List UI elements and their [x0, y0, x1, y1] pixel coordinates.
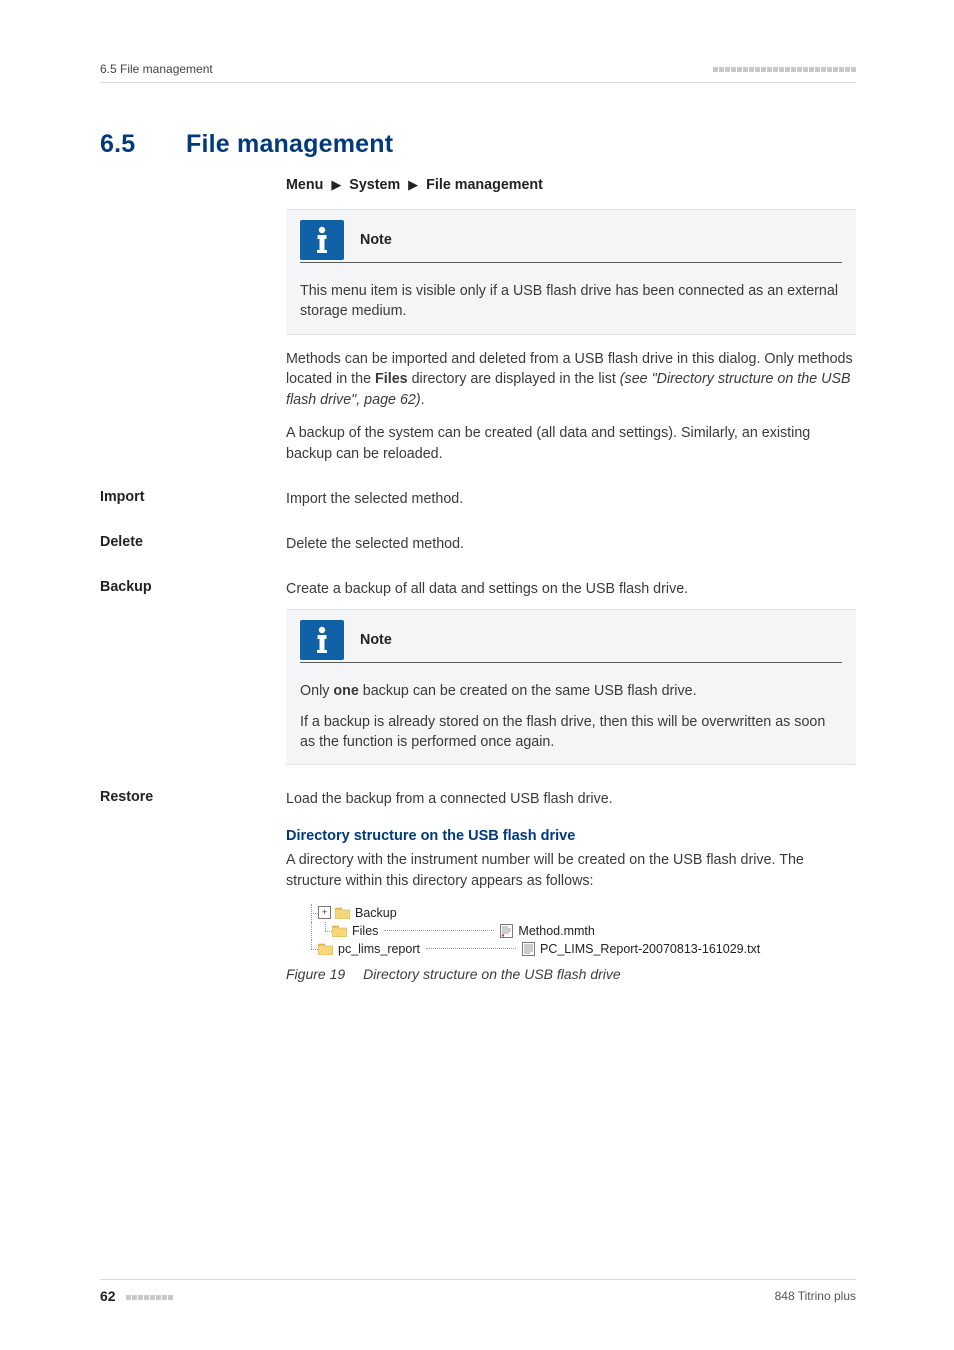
breadcrumb: Menu ▶ System ▶ File management: [286, 177, 856, 193]
breadcrumb-system: System: [349, 177, 400, 193]
running-head-left: 6.5 File management: [100, 62, 213, 76]
term-import: Import: [100, 489, 276, 505]
tree-node-pclims: pc_lims_report: [338, 942, 420, 956]
section-heading: 6.5File management: [100, 130, 856, 159]
note2-line2: If a backup is already stored on the fla…: [300, 712, 842, 753]
running-head-right-deco: [712, 62, 856, 76]
footer-deco: [125, 1290, 173, 1304]
folder-icon: [332, 925, 347, 937]
file-mmth-icon: [500, 924, 513, 938]
figure-number: Figure 19: [286, 966, 345, 982]
desc-delete: Delete the selected method.: [286, 534, 856, 555]
note2-line1: Only one backup can be created on the sa…: [300, 681, 842, 701]
note-label: Note: [360, 632, 392, 648]
section-number: 6.5: [100, 130, 186, 159]
term-backup: Backup: [100, 579, 276, 595]
footer-product: 848 Titrino plus: [775, 1289, 856, 1303]
intro-para-1: Methods can be imported and deleted from…: [286, 349, 856, 412]
tree-expander-icon: +: [318, 906, 331, 919]
desc-restore: Load the backup from a connected USB fla…: [286, 789, 856, 810]
info-icon: [300, 220, 344, 260]
tree-node-files: Files: [352, 924, 378, 938]
page-number: 62: [100, 1288, 116, 1304]
note-body-text: This menu item is visible only if a USB …: [300, 281, 842, 322]
tree-node-backup: Backup: [355, 906, 397, 920]
directory-tree-figure: + Backup Files Method.mmth: [304, 904, 856, 958]
file-txt-icon: [522, 942, 535, 956]
breadcrumb-arrow-icon: ▶: [408, 177, 418, 192]
note-box: Note Only one backup can be created on t…: [286, 609, 856, 765]
figure-caption-text: Directory structure on the USB flash dri…: [363, 966, 621, 982]
term-delete: Delete: [100, 534, 276, 550]
info-icon: [300, 620, 344, 660]
note-label: Note: [360, 232, 392, 248]
breadcrumb-menu: Menu: [286, 177, 323, 193]
dir-structure-heading: Directory structure on the USB flash dri…: [286, 828, 856, 844]
figure-caption: Figure 19 Directory structure on the USB …: [286, 966, 856, 982]
breadcrumb-arrow-icon: ▶: [331, 177, 341, 192]
note-box: Note This menu item is visible only if a…: [286, 209, 856, 335]
folder-icon: [318, 943, 333, 955]
desc-import: Import the selected method.: [286, 489, 856, 510]
tree-file-pclims: PC_LIMS_Report-20070813-161029.txt: [540, 942, 760, 956]
intro-para-2: A backup of the system can be created (a…: [286, 423, 856, 465]
section-title-text: File management: [186, 130, 393, 158]
folder-icon: [335, 907, 350, 919]
dir-structure-para: A directory with the instrument number w…: [286, 850, 856, 892]
breadcrumb-filemgmt: File management: [426, 177, 543, 193]
desc-backup: Create a backup of all data and settings…: [286, 579, 856, 600]
term-restore: Restore: [100, 789, 276, 805]
tree-file-method: Method.mmth: [518, 924, 594, 938]
